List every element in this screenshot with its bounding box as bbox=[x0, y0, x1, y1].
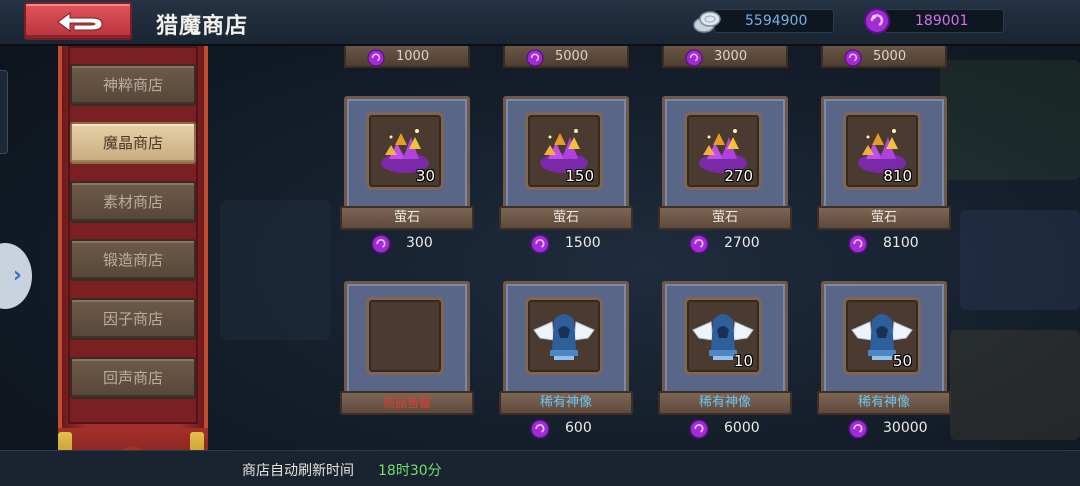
item-price: 600 bbox=[565, 420, 592, 436]
item-frame-empty bbox=[366, 297, 444, 375]
item-quantity: 50 bbox=[892, 352, 912, 370]
shop-item-card[interactable]: 270 萤石 2700 bbox=[658, 96, 792, 256]
background-decor bbox=[950, 330, 1080, 440]
background-decor bbox=[940, 60, 1080, 180]
item-price-row: 600 bbox=[529, 417, 629, 441]
item-price: 1000 bbox=[396, 49, 430, 64]
purple-gem-icon bbox=[848, 234, 868, 254]
top-bar: 猎魔商店 5594900 189001 bbox=[0, 0, 1080, 46]
item-frame: 10 bbox=[684, 297, 762, 375]
purple-gem-icon bbox=[864, 8, 890, 34]
item-name: 萤石 bbox=[340, 206, 474, 230]
item-price: 5000 bbox=[555, 49, 589, 64]
refresh-label: 商店自动刷新时间 bbox=[242, 463, 354, 479]
page-title: 猎魔商店 bbox=[156, 14, 249, 39]
expand-panel-button[interactable]: › bbox=[0, 243, 32, 309]
item-price: 3000 bbox=[714, 49, 748, 64]
nav-huisheng-shop[interactable]: 回声商店 bbox=[70, 357, 196, 399]
nav-duanzao-shop[interactable]: 锻造商店 bbox=[70, 239, 196, 281]
item-frame: 270 bbox=[684, 112, 762, 190]
purple-gem-icon bbox=[689, 419, 709, 439]
item-quantity: 10 bbox=[733, 352, 753, 370]
coin-amount: 5594900 bbox=[714, 9, 834, 33]
purple-gem-icon bbox=[685, 49, 703, 67]
purple-gem-icon bbox=[530, 419, 550, 439]
sold-out-label: 商品售罄 bbox=[340, 391, 474, 415]
item-frame: 30 bbox=[366, 112, 444, 190]
purple-gem-icon bbox=[844, 49, 862, 67]
item-price: 5000 bbox=[873, 49, 907, 64]
item-name: 萤石 bbox=[499, 206, 633, 230]
nav-yinzi-shop[interactable]: 因子商店 bbox=[70, 298, 196, 340]
item-frame: 50 bbox=[843, 297, 921, 375]
shop-item-card[interactable]: 150 萤石 1500 bbox=[499, 96, 633, 256]
item-frame: 810 bbox=[843, 112, 921, 190]
chevron-right-icon: › bbox=[12, 263, 22, 288]
purple-gem-icon bbox=[371, 234, 391, 254]
side-edge-tab[interactable] bbox=[0, 70, 8, 154]
back-arrow-icon bbox=[57, 12, 103, 32]
item-price: 300 bbox=[406, 235, 433, 251]
item-name: 萤石 bbox=[658, 206, 792, 230]
item-price-row: 1500 bbox=[529, 232, 629, 256]
shop-item-partial[interactable]: 5000 bbox=[503, 46, 629, 70]
item-price-row: 300 bbox=[370, 232, 470, 256]
purple-gem-icon bbox=[689, 234, 709, 254]
purple-gem-icon bbox=[367, 49, 385, 67]
shop-item-card[interactable]: 810 萤石 8100 bbox=[817, 96, 951, 256]
item-quantity: 30 bbox=[415, 167, 435, 185]
item-frame: 150 bbox=[525, 112, 603, 190]
item-name: 稀有神像 bbox=[658, 391, 792, 415]
item-price: 2700 bbox=[724, 235, 760, 251]
shop-item-partial[interactable]: 1000 bbox=[344, 46, 470, 70]
item-quantity: 270 bbox=[724, 167, 753, 185]
item-price-row: 30000 bbox=[847, 417, 947, 441]
shop-item-partial[interactable]: 5000 bbox=[821, 46, 947, 70]
shop-item-card[interactable]: 50 稀有神像 30000 bbox=[817, 281, 951, 441]
purple-gem-icon bbox=[530, 234, 550, 254]
item-price-row: 2700 bbox=[688, 232, 788, 256]
bottom-bar: 商店自动刷新时间 18时30分 bbox=[0, 450, 1080, 486]
item-price-row: 8100 bbox=[847, 232, 947, 256]
gem-amount: 189001 bbox=[884, 9, 1004, 33]
background-decor bbox=[220, 200, 330, 340]
nav-mojing-shop[interactable]: 魔晶商店 bbox=[70, 122, 196, 164]
shop-item-partial[interactable]: 3000 bbox=[662, 46, 788, 70]
item-name: 稀有神像 bbox=[817, 391, 951, 415]
item-quantity: 150 bbox=[565, 167, 594, 185]
winged-statue-icon bbox=[533, 314, 595, 360]
silver-coin-icon bbox=[693, 11, 721, 33]
item-name: 萤石 bbox=[817, 206, 951, 230]
item-price-row: 6000 bbox=[688, 417, 788, 441]
shop-item-card[interactable]: 稀有神像 600 bbox=[499, 281, 633, 441]
shop-item-sold-out[interactable]: 商品售罄 bbox=[340, 281, 474, 441]
purple-gem-icon bbox=[526, 49, 544, 67]
nav-shenzui-shop[interactable]: 神粹商店 bbox=[70, 64, 196, 106]
refresh-time: 18时30分 bbox=[378, 463, 442, 479]
item-price: 6000 bbox=[724, 420, 760, 436]
item-frame bbox=[525, 297, 603, 375]
back-button[interactable] bbox=[24, 2, 132, 40]
item-price: 30000 bbox=[883, 420, 928, 436]
nav-sucai-shop[interactable]: 素材商店 bbox=[70, 181, 196, 223]
background-decor bbox=[960, 210, 1080, 310]
shop-item-card[interactable]: 10 稀有神像 6000 bbox=[658, 281, 792, 441]
item-price: 1500 bbox=[565, 235, 601, 251]
purple-gem-icon bbox=[848, 419, 868, 439]
item-name: 稀有神像 bbox=[499, 391, 633, 415]
item-quantity: 810 bbox=[883, 167, 912, 185]
shop-item-card[interactable]: 30 萤石 300 bbox=[340, 96, 474, 256]
item-price: 8100 bbox=[883, 235, 919, 251]
